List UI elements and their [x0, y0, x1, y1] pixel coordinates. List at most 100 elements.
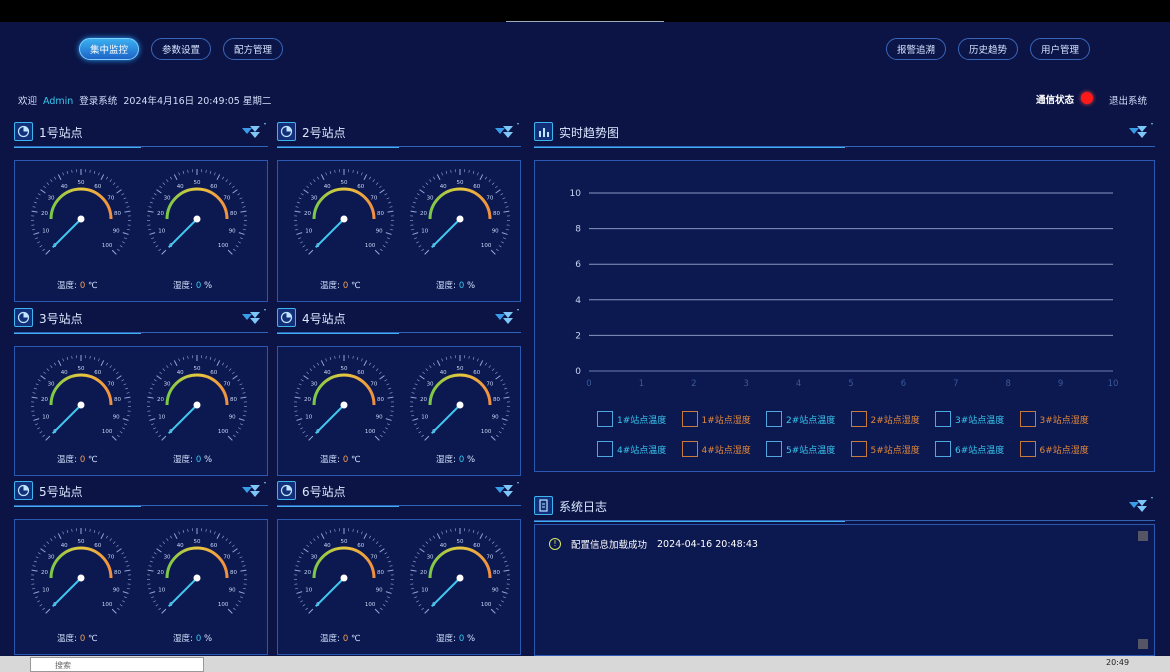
- legend-checkbox[interactable]: [1019, 411, 1036, 427]
- gauge-tick: [161, 608, 167, 614]
- gauge-tick: [295, 392, 299, 394]
- legend-item[interactable]: 6#站点温度: [935, 441, 1004, 457]
- gauge-tick: [32, 392, 36, 394]
- gauge-tick: [380, 607, 383, 611]
- legend-item[interactable]: 1#站点温度: [597, 411, 666, 427]
- logout-link[interactable]: 退出系统: [1109, 93, 1147, 107]
- gauge-tick: [151, 383, 155, 386]
- legend-item[interactable]: 2#站点温度: [766, 411, 835, 427]
- gauge-tick: [149, 387, 153, 390]
- collapse-arrows-icon[interactable]: [481, 308, 521, 328]
- gauge-tick: [309, 182, 313, 185]
- gauge-tick-label: 60: [473, 184, 480, 190]
- legend-checkbox[interactable]: [850, 441, 867, 457]
- gauge-tick: [182, 529, 185, 533]
- legend-checkbox[interactable]: [1019, 441, 1036, 457]
- gauge-tick: [71, 528, 73, 532]
- gauge-tick: [148, 565, 152, 567]
- gauge-tick: [124, 210, 131, 213]
- legend-item[interactable]: 4#站点温度: [597, 441, 666, 457]
- collapse-arrows-icon[interactable]: [1115, 496, 1155, 516]
- gauge-tick-label: 50: [78, 539, 85, 545]
- humidity-readout: 湿度: 0 %: [173, 632, 212, 644]
- collapse-arrows-icon[interactable]: [228, 308, 268, 328]
- station-panel: 0 10 20 30 40 50 60 70 80 90 100 0 10 20 30 40 50 60 70 80 9…: [14, 346, 268, 476]
- gauge-tick-label: 60: [473, 370, 480, 376]
- header-underline: [277, 333, 399, 334]
- gauge-tick: [389, 206, 393, 208]
- gauge-tick: [296, 560, 300, 563]
- gauge-tick-label: 70: [107, 381, 114, 387]
- gauge-tick: [153, 552, 157, 555]
- gauge-tick: [34, 237, 38, 240]
- x-tick-label: 8: [1005, 379, 1010, 389]
- nav-recipe-management-button[interactable]: 配方管理: [223, 38, 283, 60]
- legend-checkbox[interactable]: [935, 411, 951, 427]
- gauge-tick: [296, 232, 303, 235]
- gauge-tick: [490, 435, 496, 441]
- gauge-tick: [53, 535, 57, 539]
- legend-checkbox[interactable]: [850, 411, 867, 427]
- gauge-tick: [372, 179, 375, 183]
- legend-item[interactable]: 5#站点湿度: [850, 441, 920, 457]
- gauge-tick: [43, 185, 46, 189]
- station-title: 6号站点: [302, 485, 346, 499]
- gauge-tick: [149, 232, 156, 235]
- legend-checkbox[interactable]: [597, 411, 613, 427]
- legend-item[interactable]: 3#站点湿度: [1019, 411, 1089, 427]
- taskbar-search-input[interactable]: 搜索: [30, 657, 204, 672]
- legend-item[interactable]: 5#站点温度: [766, 441, 835, 457]
- gauge-tick: [53, 176, 57, 180]
- gauge-tick: [411, 392, 415, 394]
- gauge-needle: [52, 404, 82, 434]
- collapse-arrows-icon[interactable]: [228, 481, 268, 501]
- nav-history-trend-button[interactable]: 历史趋势: [958, 38, 1018, 60]
- nav-alarm-trace-button[interactable]: 报警追溯: [886, 38, 946, 60]
- gauge-arc: [165, 373, 229, 406]
- legend-item[interactable]: 1#站点湿度: [681, 411, 751, 427]
- nav-parameter-settings-button[interactable]: 参数设置: [151, 38, 211, 60]
- legend-checkbox[interactable]: [681, 441, 698, 457]
- gauge-tick: [302, 245, 306, 248]
- temperature-gauge: 0102030405060708090100: [31, 355, 131, 441]
- gauge-tick: [216, 360, 221, 367]
- gauge-tick: [303, 375, 309, 380]
- temperature-gauge: 0102030405060708090100: [294, 355, 394, 441]
- gauge-tick: [233, 248, 236, 252]
- temperature-label: 温度:: [320, 281, 340, 291]
- legend-item[interactable]: 3#站点温度: [935, 411, 1004, 427]
- log-icon: [534, 496, 553, 515]
- legend-checkbox[interactable]: [766, 441, 782, 457]
- collapse-arrows-icon[interactable]: [481, 122, 521, 142]
- legend-label: 6#站点湿度: [1039, 445, 1089, 456]
- legend-checkbox[interactable]: [935, 441, 951, 457]
- scroll-up-button[interactable]: [1138, 531, 1148, 541]
- gauge-tick-label: 80: [377, 397, 384, 403]
- gauge-arc: [49, 373, 113, 406]
- log-scrollbar[interactable]: [1138, 531, 1148, 649]
- legend-checkbox[interactable]: [597, 441, 613, 457]
- gauge-tick: [62, 172, 64, 176]
- collapse-arrows-icon[interactable]: [1115, 122, 1155, 142]
- humidity-unit: %: [467, 634, 476, 644]
- gauge-needle: [431, 404, 461, 434]
- trend-panel-title: 实时趋势图: [559, 126, 620, 140]
- gauge-arc: [165, 546, 229, 579]
- gauge-tick: [491, 368, 495, 371]
- legend-checkbox[interactable]: [766, 411, 782, 427]
- gauge-tick: [416, 379, 420, 382]
- gauge-tick-label: 30: [311, 554, 318, 560]
- collapse-arrows-icon[interactable]: [481, 481, 521, 501]
- scroll-down-button[interactable]: [1138, 639, 1148, 649]
- legend-item[interactable]: 6#站点湿度: [1019, 441, 1089, 457]
- gauge-tick-label: 40: [61, 184, 68, 190]
- nav-user-management-button[interactable]: 用户管理: [1030, 38, 1090, 60]
- gauge-tick: [382, 431, 386, 434]
- legend-item[interactable]: 2#站点湿度: [850, 411, 920, 427]
- nav-central-monitor-button[interactable]: 集中监控: [79, 38, 139, 60]
- collapse-arrows-icon[interactable]: [228, 122, 268, 142]
- legend-item[interactable]: 4#站点湿度: [681, 441, 751, 457]
- gauge-arc: [312, 187, 376, 220]
- gauge-tick: [155, 431, 159, 434]
- legend-checkbox[interactable]: [681, 411, 698, 427]
